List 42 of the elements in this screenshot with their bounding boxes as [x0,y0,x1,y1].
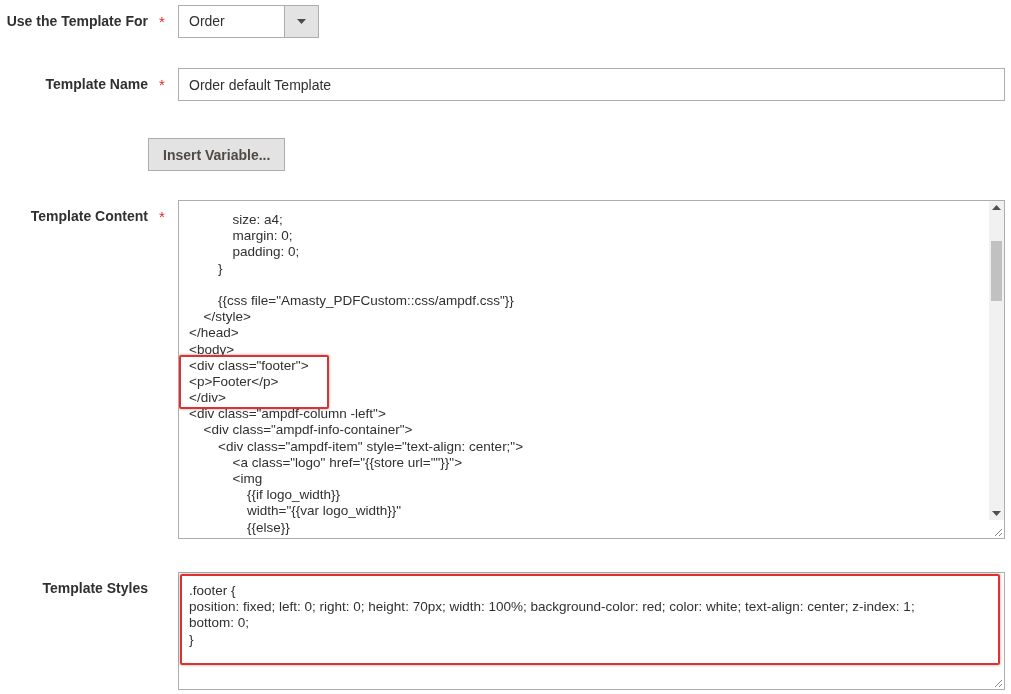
resize-grip-icon[interactable] [994,679,1003,688]
scroll-thumb[interactable] [991,241,1002,301]
code-line: margin: 0; [232,228,293,244]
style-line: bottom: 0; [189,615,251,632]
code-line: {{css file="Amasty_PDFCustom::css/ampdf.css"}} [218,292,514,308]
code-line: <p>Footer</p> [189,373,279,389]
code-line: </head> [189,325,239,341]
code-line: <div class="ampdf-column -left"> [189,406,386,422]
resize-grip-icon[interactable] [994,528,1003,537]
code-line: {{if logo_width}} [247,487,341,503]
code-line: <body> [189,341,235,357]
field-label: Use the Template For [5,12,148,29]
scrollbar[interactable] [989,201,1004,520]
required-asterisk: * [159,208,165,225]
code-line: <img [232,471,263,486]
template-content-editor[interactable] [178,200,1005,539]
code-line: size: a4; [232,212,283,227]
code-line: width="{{var logo_width}}" [247,503,402,519]
insert-variable-button[interactable]: Insert Variable... [148,138,286,171]
field-label: Template Content [29,207,148,224]
scroll-down-icon[interactable] [992,511,1001,516]
code-line: <a class="logo" href="{{store url=""}}"> [232,454,463,470]
style-line: .footer { [189,583,237,600]
caret-icon [297,19,306,24]
field-label: Template Name [44,75,148,92]
template-name-field[interactable]: Order default Template [178,68,1005,101]
code-line: <div class="footer"> [189,357,309,373]
scroll-up-icon[interactable] [992,205,1001,210]
field-label: Template Styles [41,579,148,596]
style-line: position: fixed; left: 0; right: 0; height: 70px; width: 100%; background-color: red; color: white; text-align: center; z-index: 1; [189,599,916,616]
code-line: {{else}} [247,519,290,535]
style-line: } [189,631,195,648]
required-asterisk: * [159,76,165,93]
code-line: <div class="ampdf-info-container"> [203,422,413,438]
template-styles-editor[interactable]: .footer { position: fixed; left: 0; right: 0; height: 70px; width: 100%; background-color: red; color: white; text-align: center; z-index: 1; bottom: 0; } [178,572,1005,690]
required-asterisk: * [159,13,165,30]
code-line: padding: 0; [232,244,300,260]
code-line: } [218,260,223,276]
code-line: </style> [203,309,251,325]
code-line: <div class="ampdf-item" style="text-align: center;"> [218,438,524,454]
template-type-select[interactable]: Order [178,5,319,38]
code-line: </div> [189,390,226,406]
